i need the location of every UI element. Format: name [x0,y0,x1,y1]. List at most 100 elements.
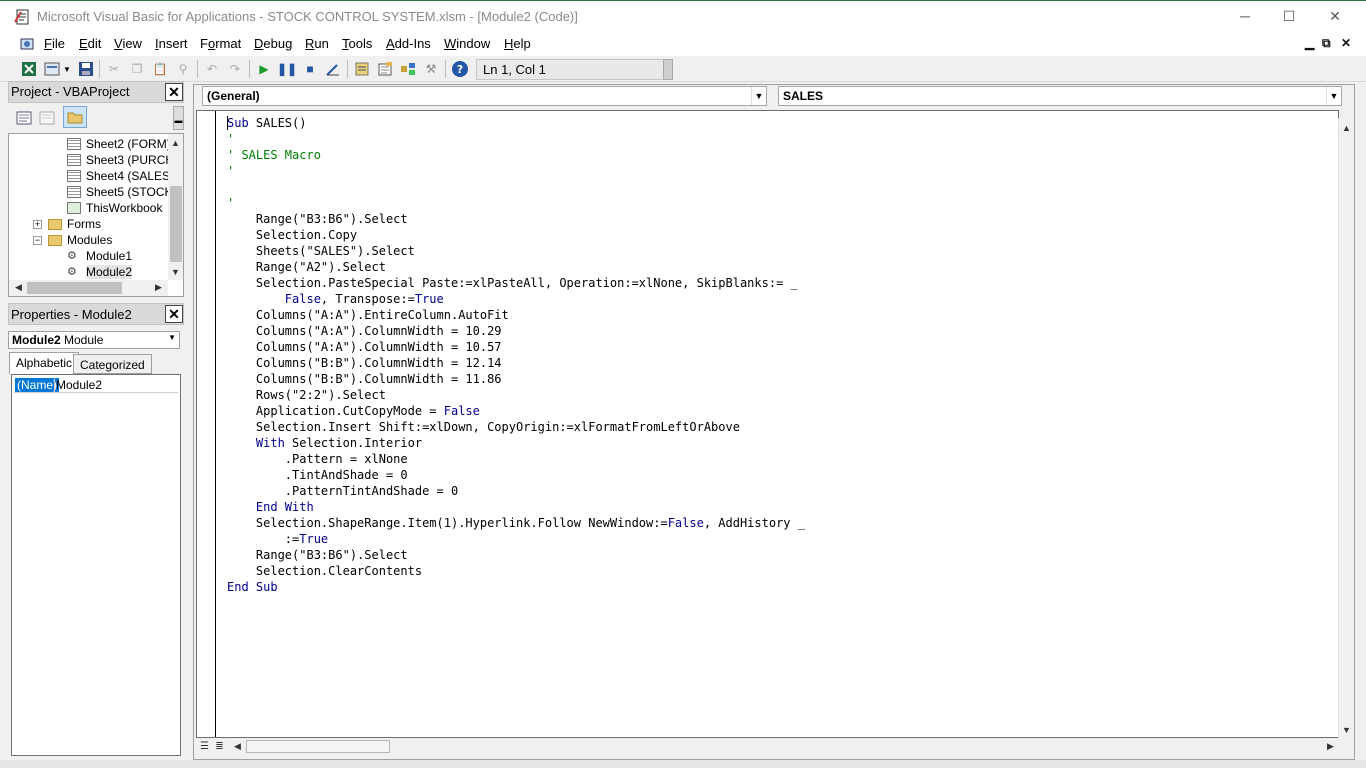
toolbar-options-grip[interactable] [663,59,673,80]
project-tree-hscroll[interactable]: ◀ ▶ [9,280,168,296]
project-explorer-icon[interactable] [352,59,372,79]
code-line[interactable] [227,179,805,195]
procedure-view-icon[interactable]: ☰ [197,739,212,754]
copy-icon[interactable]: ❐ [127,59,147,79]
object-selector[interactable]: Module2 Module ▼ [8,331,180,349]
property-value[interactable]: Module2 [56,378,102,392]
redo-icon[interactable]: ↷ [225,59,245,79]
project-toolbar-grip[interactable]: ▬ [173,106,184,130]
code-line[interactable]: ' [227,163,805,179]
code-line[interactable]: Selection.PasteSpecial Paste:=xlPasteAll… [227,275,805,291]
menu-tools[interactable]: Tools [342,36,372,51]
view-code-icon[interactable] [14,108,34,128]
code-line[interactable]: Selection.ShapeRange.Item(1).Hyperlink.F… [227,515,805,531]
scroll-down-icon[interactable]: ▼ [168,264,183,279]
menu-debug[interactable]: Debug [254,36,292,51]
mdi-close-icon[interactable]: ✕ [1341,36,1351,50]
code-line[interactable]: :=True [227,531,805,547]
toolbox-icon[interactable]: ⚒ [421,59,441,79]
project-tree-vscroll[interactable]: ▲ ▼ [168,134,183,280]
property-row[interactable]: (Name) Module2 [14,377,178,393]
paste-icon[interactable]: 📋 [150,59,170,79]
menu-edit[interactable]: Edit [79,36,101,51]
scroll-left-icon[interactable]: ◀ [11,280,26,295]
code-line[interactable]: With Selection.Interior [227,435,805,451]
tree-item-forms[interactable]: + Forms [33,216,101,232]
code-line[interactable]: .TintAndShade = 0 [227,467,805,483]
code-hscroll[interactable]: ☰ ≣ ◀ ▶ [196,738,1338,755]
mdi-minimize-icon[interactable]: ▁ [1305,36,1314,50]
full-module-view-icon[interactable]: ≣ [212,739,227,754]
scroll-thumb[interactable] [170,186,182,262]
code-line[interactable]: Columns("B:B").ColumnWidth = 12.14 [227,355,805,371]
menu-help[interactable]: Help [504,36,531,51]
insert-userform-icon[interactable] [42,59,62,79]
scroll-right-icon[interactable]: ▶ [151,280,166,295]
menu-file[interactable]: File [44,36,65,51]
view-object-icon[interactable] [37,108,57,128]
scroll-left-icon[interactable]: ◀ [230,739,245,754]
code-line[interactable]: Selection.ClearContents [227,563,805,579]
code-line[interactable]: .Pattern = xlNone [227,451,805,467]
mdi-restore-icon[interactable]: ⧉ [1322,36,1331,51]
scroll-up-icon[interactable]: ▲ [168,135,183,150]
code-line[interactable]: Columns("A:A").ColumnWidth = 10.57 [227,339,805,355]
code-line[interactable]: Selection.Insert Shift:=xlDown, CopyOrig… [227,419,805,435]
code-line[interactable]: .PatternTintAndShade = 0 [227,483,805,499]
excel-view-icon[interactable] [19,59,39,79]
tree-item-sheet4-sales[interactable]: Sheet4 (SALES) [67,168,174,184]
tree-item-thisworkbook[interactable]: ThisWorkbook [67,200,162,216]
code-line[interactable]: Columns("A:A").EntireColumn.AutoFit [227,307,805,323]
code-vscroll[interactable]: ▲ ▼ [1338,118,1354,738]
code-line[interactable]: ' SALES Macro [227,147,805,163]
break-icon[interactable]: ❚❚ [277,59,297,79]
procedure-combo[interactable]: SALES ▼ [778,86,1342,106]
margin-indicator-bar[interactable] [197,111,216,737]
cut-icon[interactable]: ✂ [104,59,124,79]
tree-item-sheet2-form[interactable]: Sheet2 (FORM) [67,136,171,152]
find-icon[interactable]: ⚲ [173,59,193,79]
save-icon[interactable] [76,59,96,79]
chevron-down-icon[interactable]: ▼ [1326,87,1341,105]
minimize-icon[interactable]: ─ [1222,1,1268,31]
scroll-thumb[interactable] [246,740,390,753]
undo-icon[interactable]: ↶ [202,59,222,79]
vba-module-icon[interactable] [19,36,37,52]
tab-alphabetic[interactable]: Alphabetic [9,352,80,374]
code-line[interactable]: Range("B3:B6").Select [227,211,805,227]
tab-categorized[interactable]: Categorized [73,354,152,374]
code-line[interactable]: Sheets("SALES").Select [227,243,805,259]
collapse-icon[interactable]: − [33,235,42,245]
reset-icon[interactable]: ■ [300,59,320,79]
code-line[interactable]: Sub SALES() [227,115,805,131]
code-line[interactable]: ' [227,131,805,147]
menu-add-ins[interactable]: Add-Ins [386,36,431,51]
code-line[interactable]: Range("A2").Select [227,259,805,275]
code-line[interactable]: False, Transpose:=True [227,291,805,307]
close-icon[interactable]: ✕ [1312,1,1358,31]
scroll-down-icon[interactable]: ▼ [1339,722,1354,737]
menu-format[interactable]: Format [200,36,241,51]
maximize-icon[interactable]: ☐ [1266,1,1312,31]
menu-insert[interactable]: Insert [155,36,188,51]
help-icon[interactable]: ? [450,59,470,79]
properties-close-icon[interactable]: ✕ [165,305,183,323]
design-mode-icon[interactable] [323,59,343,79]
object-combo[interactable]: (General) ▼ [202,86,767,106]
menu-window[interactable]: Window [444,36,490,51]
code-line[interactable]: Rows("2:2").Select [227,387,805,403]
scroll-up-icon[interactable]: ▲ [1339,120,1354,135]
properties-window-icon[interactable] [375,59,395,79]
code-line[interactable]: Application.CutCopyMode = False [227,403,805,419]
project-close-icon[interactable]: ✕ [165,83,183,101]
code-line[interactable]: Columns("A:A").ColumnWidth = 10.29 [227,323,805,339]
code-line[interactable]: ' [227,195,805,211]
expand-icon[interactable]: + [33,219,42,229]
menu-view[interactable]: View [114,36,142,51]
chevron-down-icon[interactable]: ▼ [751,87,766,105]
tree-item-sheet3-purcha[interactable]: Sheet3 (PURCHA [67,152,182,168]
scroll-right-icon[interactable]: ▶ [1323,739,1338,754]
tree-item-module1[interactable]: ⚙ Module1 [67,248,132,264]
tree-item-sheet5-stock[interactable]: Sheet5 (STOCK) [67,184,176,200]
code-line[interactable]: Range("B3:B6").Select [227,547,805,563]
